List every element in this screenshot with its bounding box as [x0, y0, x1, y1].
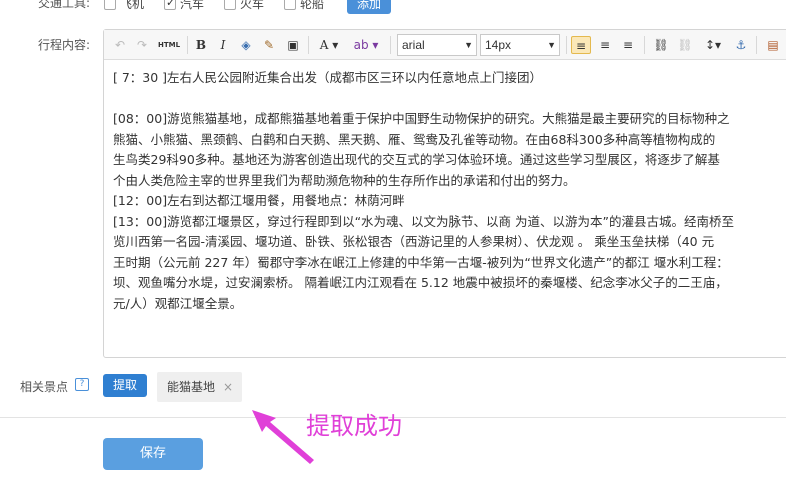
content-line: 坝、观鱼嘴分水堤，过安澜索桥。 隔着岷江内江观看在 5.12 地震中被损坏的秦堰…	[113, 275, 728, 290]
content-line: 生鸟类29科90多种。基地还为游客创造出现代的交互式的学习体验环境。通过这些学习…	[113, 152, 720, 167]
transport-row: 交通工具: 飞机 汽车 火车 轮船 添加	[0, 0, 786, 15]
extract-button[interactable]: 提取	[103, 374, 147, 397]
checkbox-label: 轮船	[300, 0, 325, 11]
editor-toolbar: ↶ ↷ HTML B I ◈ ✎ ▣ A ▾ ab ▾ arial ▼ 14px…	[104, 30, 786, 60]
spot-tag-label: 能猫基地	[167, 380, 216, 394]
chevron-down-icon: ▼	[547, 40, 556, 50]
content-line: [08：00]游览熊猫基地，成都熊猫基地着重于保护中国野生动物保护的研究。大熊猫…	[113, 111, 730, 126]
transport-label: 交通工具:	[38, 0, 91, 10]
content-line: 元/人）观都江堰全景。	[113, 295, 243, 311]
line-height-icon[interactable]: ↕▾	[700, 36, 726, 54]
align-center-icon[interactable]: ≡	[596, 36, 614, 54]
link-icon[interactable]: ⛓	[652, 36, 670, 54]
save-button[interactable]: 保存	[103, 438, 203, 470]
content-line: 熊猫、小熊猫、黑颈鹤、白鹳和白天鹅、黑天鹅、雁、鸳鸯及孔雀等动物。在由68科30…	[113, 131, 716, 147]
checkbox-ship[interactable]: 轮船	[284, 0, 324, 12]
content-line: 个由人类危险主宰的世界里我们为帮助濒危物种的生存所作出的承诺和付出的努力。	[113, 172, 576, 188]
content-line: [ 7：30 ]左右人民公园附近集合出发（成都市区三环以内任意地点上门接团）	[113, 70, 543, 85]
content-line	[113, 89, 786, 110]
redo-icon[interactable]: ↷	[134, 36, 150, 54]
editor-content[interactable]: [ 7：30 ]左右人民公园附近集合出发（成都市区三环以内任意地点上门接团） […	[104, 60, 786, 357]
anchor-icon[interactable]: ⚓	[732, 36, 750, 54]
font-color-icon[interactable]: A ▾	[314, 36, 344, 54]
html-source-icon[interactable]: HTML	[156, 36, 182, 54]
add-button[interactable]: 添加	[347, 0, 391, 14]
font-size-value: 14px	[485, 38, 512, 52]
close-icon[interactable]: ×	[223, 372, 233, 402]
checkbox-label: 火车	[240, 0, 265, 11]
font-size-select[interactable]: 14px ▼	[480, 34, 560, 56]
content-line: 览川西第一名园-清溪园、堰功道、卧铁、张松银杏（西游记里的人参果树）、伏龙观 。…	[113, 234, 715, 249]
checkbox-box[interactable]	[104, 0, 116, 10]
highlight-icon[interactable]: ab ▾	[350, 36, 382, 54]
itinerary-label: 行程内容:	[38, 38, 91, 52]
checkbox-car[interactable]: 汽车	[164, 0, 204, 12]
font-color-letter: A	[319, 38, 329, 52]
rich-text-editor: ↶ ↷ HTML B I ◈ ✎ ▣ A ▾ ab ▾ arial ▼ 14px…	[103, 29, 786, 358]
checkbox-label: 汽车	[180, 0, 205, 11]
checkbox-box[interactable]	[284, 0, 296, 10]
checkbox-train[interactable]: 火车	[224, 0, 264, 12]
checkbox-plane[interactable]: 飞机	[104, 0, 144, 12]
bold-icon[interactable]: B	[193, 36, 209, 54]
paste-icon[interactable]: ▣	[284, 36, 302, 54]
content-line: [13：00]游览都江堰景区，穿过行程即到以“水为魂、以文为脉节、以商 为道、以…	[113, 213, 734, 229]
spot-tag: 能猫基地 ×	[157, 372, 242, 402]
help-icon[interactable]: ?	[75, 378, 89, 391]
undo-icon[interactable]: ↶	[112, 36, 128, 54]
align-left-icon[interactable]: ≡	[571, 36, 591, 54]
format-brush-icon[interactable]: ✎	[260, 36, 278, 54]
related-spots-label: 相关景点	[20, 380, 69, 394]
image-icon[interactable]: ▤	[764, 36, 782, 54]
checkbox-label: 飞机	[120, 0, 145, 11]
font-family-value: arial	[402, 38, 425, 52]
eraser-icon[interactable]: ◈	[237, 36, 255, 54]
checkbox-box[interactable]	[224, 0, 236, 10]
unlink-icon[interactable]: ⛓	[676, 36, 694, 54]
align-right-icon[interactable]: ≡	[619, 36, 637, 54]
font-family-select[interactable]: arial ▼	[397, 34, 477, 56]
chevron-down-icon: ▼	[464, 40, 473, 50]
content-line: 王时期（公元前 227 年）蜀郡守李冰在岷江上修建的中华第一古堰-被列为“世界文…	[113, 254, 729, 270]
content-line: [12：00]左右到达都江堰用餐，用餐地点：林荫河畔	[113, 193, 405, 208]
italic-icon[interactable]: I	[215, 36, 231, 54]
checkbox-box[interactable]	[164, 0, 176, 10]
annotation-text: 提取成功	[306, 412, 402, 440]
